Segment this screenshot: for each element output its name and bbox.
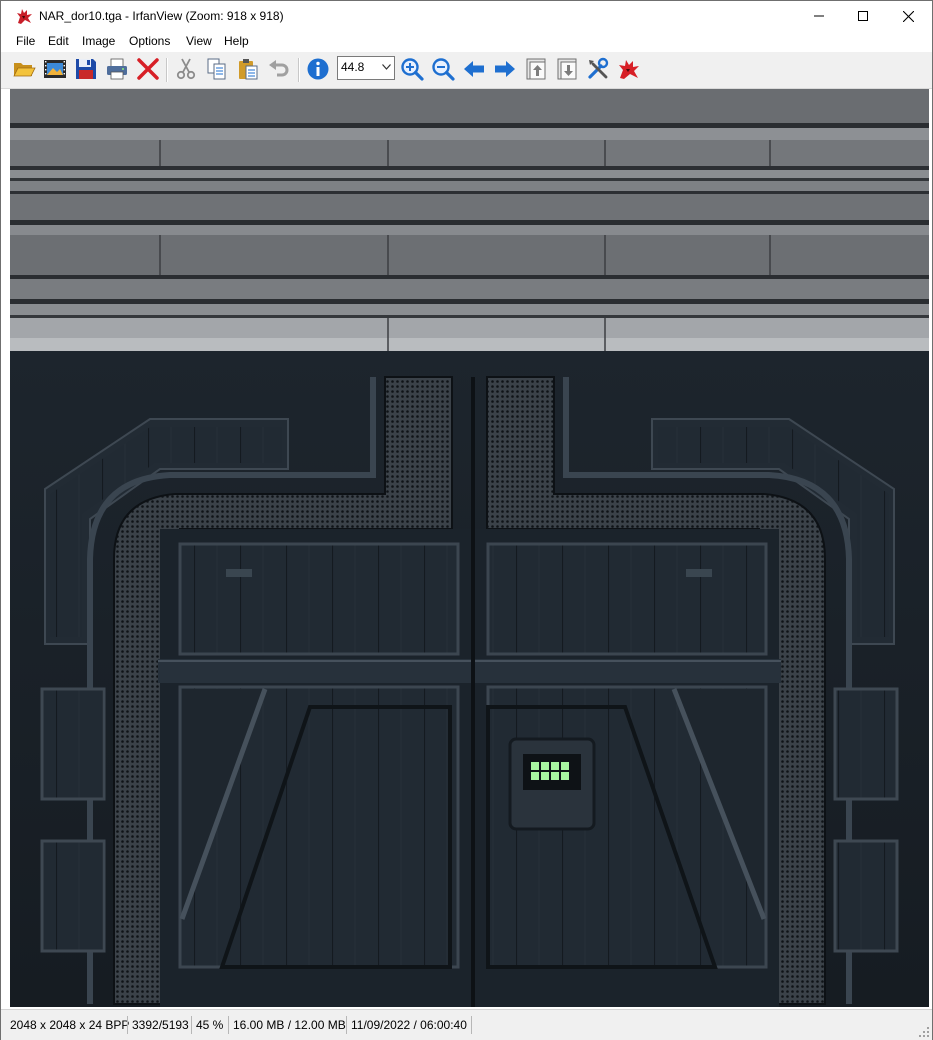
first-image-button[interactable] [523, 56, 549, 82]
paste-button[interactable] [235, 56, 261, 82]
next-image-button[interactable] [492, 56, 518, 82]
zoom-in-icon [401, 58, 424, 81]
previous-image-button[interactable] [461, 56, 487, 82]
irfanview-red-cat-icon [17, 9, 32, 24]
print-icon [107, 58, 127, 80]
status-bar: 2048 x 2048 x 24 BPP 3392/5193 45 % 16.0… [1, 1009, 932, 1040]
irfanview-about-icon [619, 60, 639, 79]
open-folder-icon [13, 63, 36, 77]
settings-icon [588, 57, 609, 79]
copy-icon [207, 58, 226, 80]
status-index: 3392/5193 [132, 1018, 189, 1032]
slideshow-button[interactable] [42, 56, 68, 82]
status-datetime: 11/09/2022 / 06:00:40 [351, 1018, 467, 1032]
info-icon [307, 58, 329, 80]
window-title: NAR_dor10.tga - IrfanView (Zoom: 918 x 9… [39, 9, 284, 23]
toolbar-separator [166, 58, 168, 82]
menu-view[interactable]: View [185, 34, 213, 48]
menu-options[interactable]: Options [128, 34, 171, 48]
print-button[interactable] [104, 56, 130, 82]
about-button[interactable] [616, 56, 642, 82]
open-button[interactable] [11, 56, 37, 82]
cut-icon [176, 58, 196, 80]
last-image-icon [557, 58, 577, 80]
zoom-combobox[interactable]: 44.8 [337, 56, 395, 80]
delete-button[interactable] [135, 56, 161, 82]
paste-icon [239, 59, 258, 80]
zoom-value: 44.8 [341, 60, 365, 74]
minimize-icon [814, 15, 824, 17]
status-dimensions: 2048 x 2048 x 24 BPP [10, 1018, 130, 1032]
toolbar [1, 52, 932, 89]
slideshow-icon [44, 60, 66, 78]
settings-button[interactable] [585, 56, 611, 82]
chevron-down-icon[interactable] [382, 64, 391, 70]
maximize-icon [858, 11, 868, 21]
status-memory: 16.00 MB / 12.00 MB [233, 1018, 346, 1032]
close-button[interactable] [885, 1, 931, 31]
cut-button[interactable] [173, 56, 199, 82]
status-divider [471, 1016, 472, 1034]
menu-help[interactable]: Help [223, 34, 250, 48]
undo-button[interactable] [266, 56, 292, 82]
save-icon [76, 59, 96, 79]
toolbar-separator [298, 58, 300, 82]
delete-icon [137, 58, 159, 80]
resize-grip-icon[interactable] [919, 1027, 929, 1037]
menu-image[interactable]: Image [81, 34, 116, 48]
door-texture-image [10, 89, 929, 1007]
irfanview-window: NAR_dor10.tga - IrfanView (Zoom: 918 x 9… [0, 0, 933, 1040]
previous-image-icon [464, 61, 484, 77]
close-icon [902, 10, 914, 22]
undo-icon [269, 60, 289, 77]
zoom-out-button[interactable] [430, 56, 456, 82]
menu-bar: File Edit Image Options View Help [1, 31, 932, 52]
zoom-out-icon [432, 58, 455, 81]
minimize-button[interactable] [796, 1, 842, 31]
copy-button[interactable] [204, 56, 230, 82]
last-image-button[interactable] [554, 56, 580, 82]
first-image-icon [526, 58, 546, 80]
save-button[interactable] [73, 56, 99, 82]
image-viewport[interactable] [10, 89, 929, 1007]
status-zoom: 45 % [196, 1018, 224, 1032]
info-button[interactable] [305, 56, 331, 82]
menu-edit[interactable]: Edit [47, 34, 70, 48]
title-bar[interactable]: NAR_dor10.tga - IrfanView (Zoom: 918 x 9… [1, 1, 932, 31]
maximize-button[interactable] [840, 1, 886, 31]
next-image-icon [495, 61, 515, 77]
menu-file[interactable]: File [15, 34, 36, 48]
zoom-in-button[interactable] [399, 56, 425, 82]
